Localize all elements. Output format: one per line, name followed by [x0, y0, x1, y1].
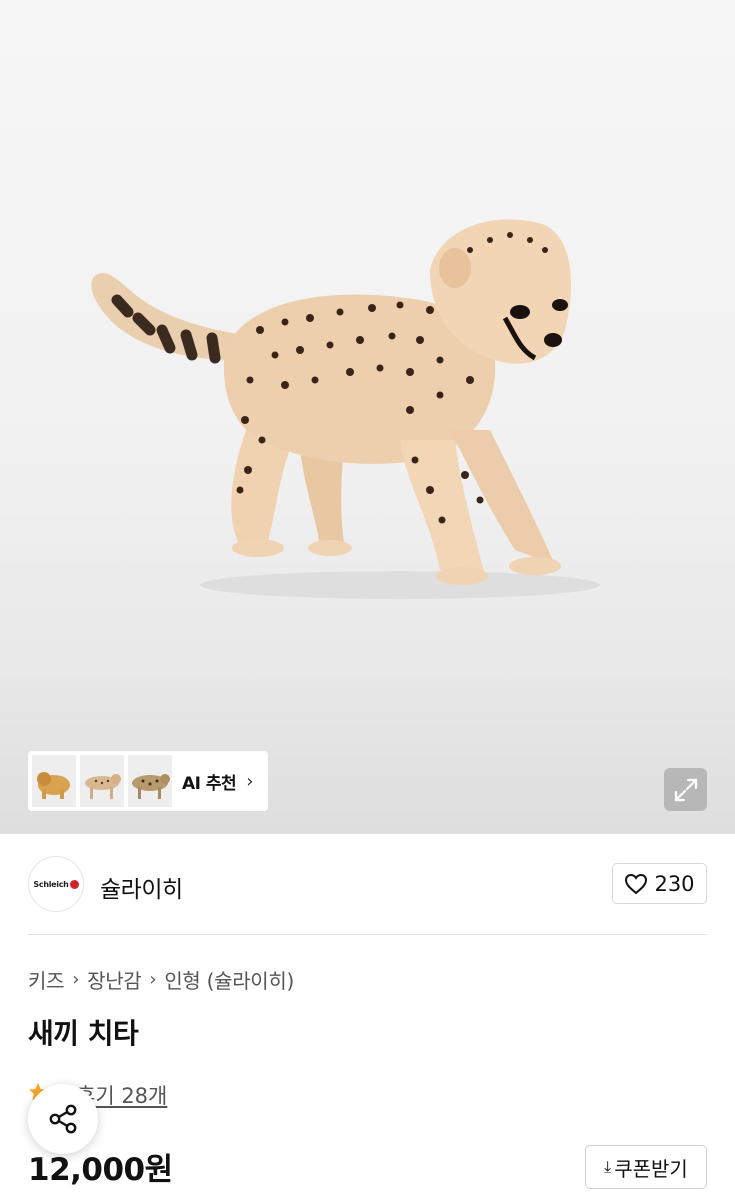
expand-icon	[674, 778, 697, 801]
chevron-right-icon: ›	[246, 770, 254, 792]
lion-cub-thumbnail[interactable]	[32, 755, 76, 807]
breadcrumb: 키즈 › 장난감 › 인형 (슐라이히)	[28, 965, 294, 994]
chevron-right-icon: ›	[149, 969, 157, 990]
leopard-thumbnail[interactable]	[128, 755, 172, 807]
coupon-label: 쿠폰받기	[614, 1156, 688, 1181]
divider	[28, 934, 707, 935]
share-icon	[49, 1104, 77, 1134]
brand-logo[interactable]: Schleich	[28, 856, 84, 912]
product-title: 새끼 치타	[28, 1017, 139, 1050]
ai-recommend-strip[interactable]: AI 추천 ›	[28, 751, 268, 811]
lion-cub-figure-icon	[37, 772, 70, 799]
cheetah-thumbnail[interactable]	[80, 755, 124, 807]
ai-recommend-label[interactable]: AI 추천	[182, 769, 237, 794]
brand-row: Schleich 슐라이히 230	[28, 856, 707, 912]
cheetah-figure-icon	[85, 774, 121, 799]
expand-image-button[interactable]	[664, 768, 707, 811]
chevron-right-icon: ›	[72, 969, 80, 990]
cheetah-cub-figure-image	[91, 219, 600, 599]
product-image-gallery[interactable]: AI 추천 ›	[0, 0, 735, 834]
brand-name[interactable]: 슐라이히	[100, 870, 183, 904]
product-price: 12,000원	[28, 1152, 173, 1188]
breadcrumb-item-kids[interactable]: 키즈	[28, 965, 65, 994]
heart-icon	[625, 873, 648, 894]
breadcrumb-item-dolls[interactable]: 인형 (슐라이히)	[164, 965, 294, 994]
download-icon: ⤓	[604, 1157, 612, 1176]
coupon-download-button[interactable]: ⤓ 쿠폰받기	[585, 1145, 707, 1189]
brand-logo-text: Schleich	[33, 879, 69, 889]
like-button[interactable]: 230	[612, 863, 707, 904]
like-count: 230	[654, 871, 695, 896]
brand-logo-badge-icon	[69, 879, 79, 889]
leopard-figure-icon	[132, 774, 170, 799]
breadcrumb-item-toys[interactable]: 장난감	[87, 965, 142, 994]
